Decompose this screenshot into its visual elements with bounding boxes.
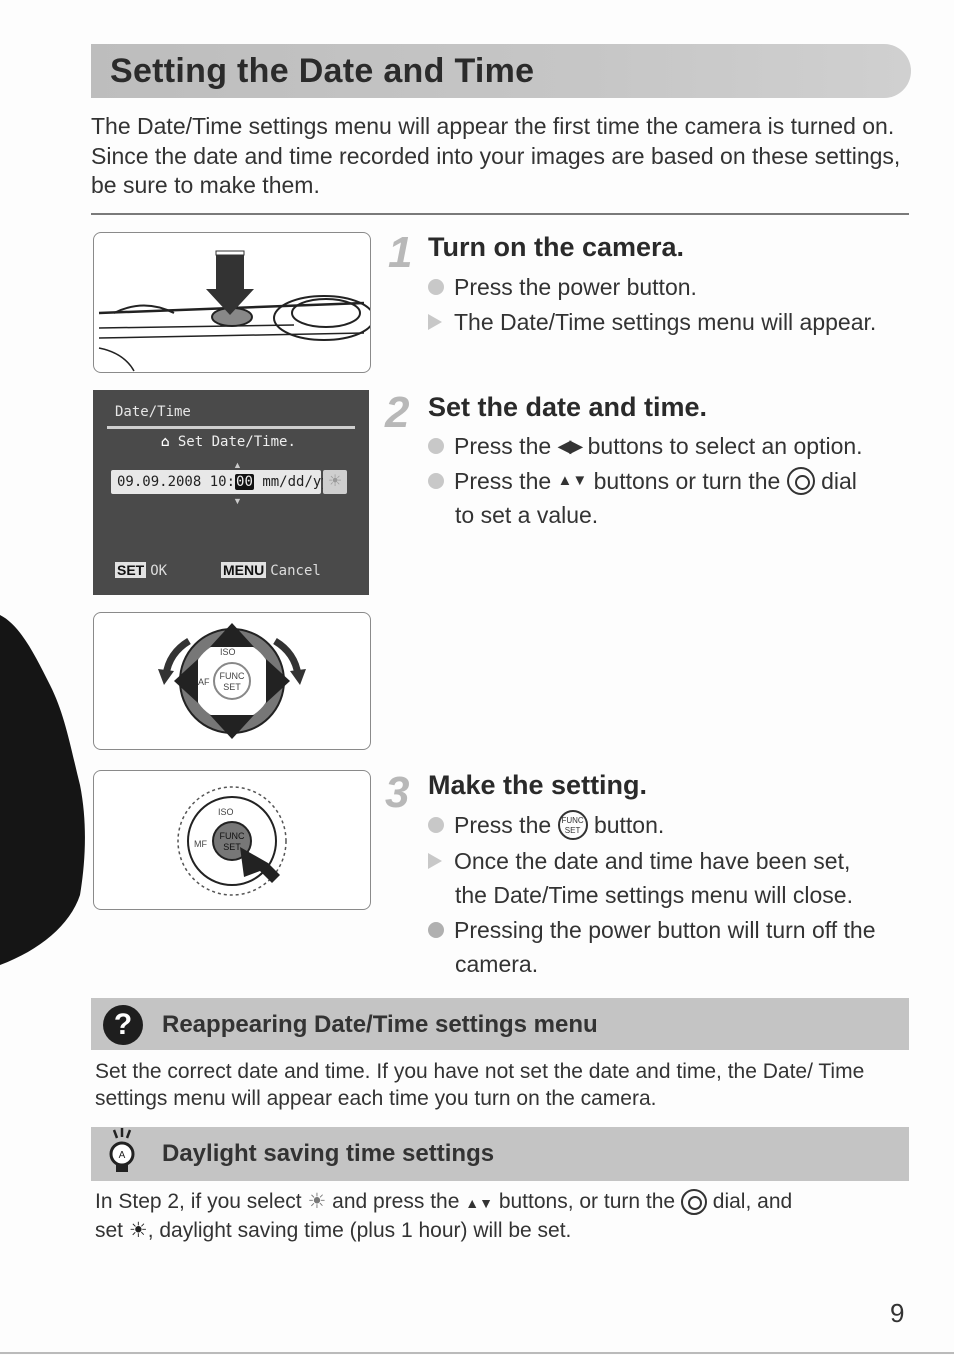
set-label: SET (223, 842, 241, 852)
down-indicator-icon: ▼ (233, 496, 242, 506)
step-3-title: Make the setting. (428, 770, 648, 800)
figure-func-set-press: FUNC SET ISO MF (93, 770, 371, 910)
note-text-part: In Step 2, if you select (95, 1190, 302, 1213)
note-2-title: Daylight saving time settings (162, 1140, 495, 1167)
step-3-bullet-2: Once the date and time have been set, (428, 844, 850, 878)
daylight-saving-toggle[interactable]: ☀ (323, 470, 347, 494)
menu-key: MENU (221, 562, 267, 578)
step-1-bullet-1: Press the power button. (428, 270, 697, 304)
af-label: AF (198, 677, 210, 687)
step-2-bullet-2: Press the ▲▼ buttons or turn the dial (428, 464, 857, 498)
mf-label: MF (194, 839, 207, 849)
step-3-bullet-3: Pressing the power button will turn off … (428, 913, 875, 947)
bullet-text: dial (821, 468, 857, 494)
set-label: SET (564, 826, 581, 835)
cancel-label: Cancel (270, 563, 321, 579)
svg-text:A: A (119, 1150, 126, 1161)
date-time-field[interactable]: 09.09.2008 10:00 mm/dd/yy (111, 470, 330, 494)
home-icon: ⌂ (161, 434, 170, 450)
sun-icon: ☀ (327, 473, 343, 490)
step-number-1: 1 (388, 228, 413, 277)
tip-lightbulb-icon: A (109, 1128, 135, 1172)
action-bullet-icon (428, 279, 444, 295)
set-label: SET (223, 682, 241, 692)
screen-title: Date/Time (115, 404, 191, 420)
note-text-part: set (95, 1219, 124, 1242)
func-label: FUNC (220, 671, 245, 681)
bullet-text: Pressing the power button will turn off … (454, 917, 876, 943)
bullet-text: Press the (454, 468, 552, 494)
date-value: 09.09.2008 10: (117, 474, 236, 490)
bullet-text: buttons to select an option. (587, 433, 863, 459)
control-dial-icon (786, 467, 815, 495)
screen-prompt: Set Date/Time. (177, 434, 296, 450)
note-1-title: Reappearing Date/Time settings menu (162, 1011, 598, 1038)
bullet-text: The Date/Time settings menu will appear. (454, 309, 877, 335)
divider (91, 213, 909, 215)
figure-control-dial: FUNC SET ISO AF (93, 612, 371, 750)
camera-top-illustration (98, 250, 375, 372)
action-bullet-icon (428, 438, 444, 454)
intro-paragraph: The Date/Time settings menu will appear … (91, 113, 901, 198)
step-number-3: 3 (385, 768, 410, 817)
step-3-bullet-1: Press the FUNC SET button. (428, 808, 664, 842)
iso-label: ISO (220, 647, 236, 657)
screen-prompt-row: ⌂ Set Date/Time. (161, 434, 296, 450)
note-text-part: and press the (332, 1190, 460, 1213)
action-bullet-icon (428, 473, 444, 489)
result-bullet-icon (428, 853, 442, 869)
iso-label: ISO (218, 807, 234, 817)
up-down-arrows-icon: ▲▼ (465, 1195, 493, 1211)
daylight-off-icon: ☀ (307, 1190, 327, 1213)
note-text-part: , daylight saving time (plus 1 hour) wil… (147, 1219, 572, 1242)
step-3-bullet-2-cont: the Date/Time settings menu will close. (455, 882, 853, 908)
bottom-edge (0, 1352, 954, 1354)
question-icon: ? (103, 1005, 143, 1045)
screen-divider (107, 426, 355, 429)
bullet-text: button. (593, 812, 665, 838)
func-label: FUNC (220, 831, 245, 841)
ok-label: OK (150, 563, 168, 579)
step-1-title: Turn on the camera. (428, 232, 685, 262)
note-1-text: Set the correct date and time. If you ha… (95, 1060, 865, 1110)
result-bullet-icon (428, 314, 442, 330)
bullet-text: Press the (454, 812, 552, 838)
note-bullet-icon (428, 922, 444, 938)
page-title: Setting the Date and Time (110, 52, 535, 90)
selected-minutes[interactable]: 00 (235, 474, 254, 490)
up-indicator-icon: ▲ (233, 460, 242, 470)
step-2-title: Set the date and time. (428, 392, 708, 422)
control-dial-illustration: FUNC SET ISO AF (158, 623, 306, 739)
step-3-bullet-3-cont: camera. (455, 951, 539, 977)
daylight-on-icon: ☀ (128, 1219, 148, 1242)
func-set-button-icon: FUNC SET (557, 810, 588, 840)
up-down-arrows-icon: ▲▼ (557, 472, 588, 489)
cancel-hint: MENU Cancel (221, 562, 321, 579)
left-right-arrows-icon: ◀▶ (557, 436, 584, 456)
bullet-text: Once the date and time have been set, (454, 848, 851, 874)
figure-power-button (93, 232, 375, 373)
bullet-text: Press the power button. (454, 274, 697, 300)
camera-screen-datetime: Date/Time ⌂ Set Date/Time. ▲ 09.09.2008 … (93, 390, 369, 595)
func-set-illustration: FUNC SET ISO MF (177, 786, 287, 896)
note-text-part: buttons, or turn the (498, 1190, 676, 1213)
func-label: FUNC (561, 816, 584, 825)
step-2-bullet-2-cont: to set a value. (455, 502, 599, 528)
scan-shadow (0, 615, 85, 965)
action-bullet-icon (428, 817, 444, 833)
page-number: 9 (890, 1298, 905, 1328)
bullet-text: Press the (454, 433, 552, 459)
note-2-text: In Step 2, if you select ☀ and press the… (95, 1188, 910, 1244)
step-number-2: 2 (385, 388, 410, 437)
down-arrow-icon (206, 255, 254, 315)
date-format: mm/dd/yy (262, 474, 330, 490)
step-1-bullet-2: The Date/Time settings menu will appear. (428, 305, 876, 339)
step-2-bullet-1: Press the ◀▶ buttons to select an option… (428, 429, 863, 463)
bullet-text: buttons or turn the (593, 468, 781, 494)
control-dial-icon (680, 1189, 707, 1216)
note-text-part: dial, and (712, 1190, 793, 1213)
ok-hint: SET OK (115, 562, 167, 579)
set-key: SET (115, 562, 147, 578)
